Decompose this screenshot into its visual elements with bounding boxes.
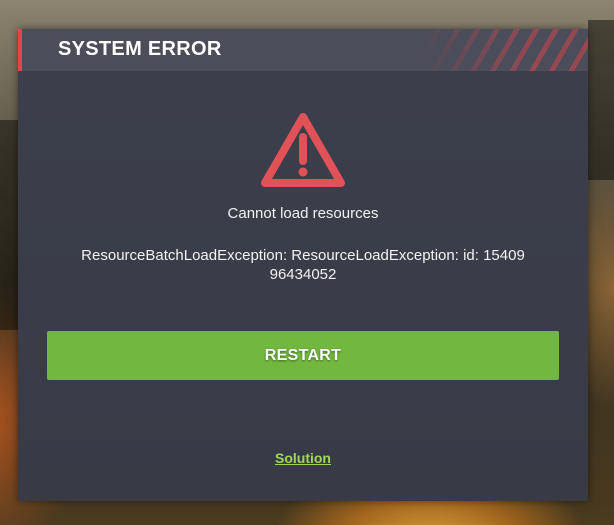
dialog-title: SYSTEM ERROR xyxy=(58,38,222,60)
dialog-header: SYSTEM ERROR xyxy=(18,29,588,71)
error-detail: ResourceBatchLoadException: ResourceLoad… xyxy=(81,247,525,283)
solution-link[interactable]: Solution xyxy=(275,450,331,466)
header-stripes xyxy=(418,29,588,71)
background-structure-right xyxy=(588,20,614,180)
solution-container: Solution xyxy=(18,448,588,467)
restart-button[interactable]: RESTART xyxy=(47,331,559,380)
error-message: Cannot load resources xyxy=(227,205,379,222)
warning-triangle-icon xyxy=(261,113,345,187)
background-structure-left xyxy=(0,120,18,330)
system-error-dialog: SYSTEM ERROR Cannot load resources Resou… xyxy=(18,29,588,501)
header-accent-bar xyxy=(18,29,22,71)
